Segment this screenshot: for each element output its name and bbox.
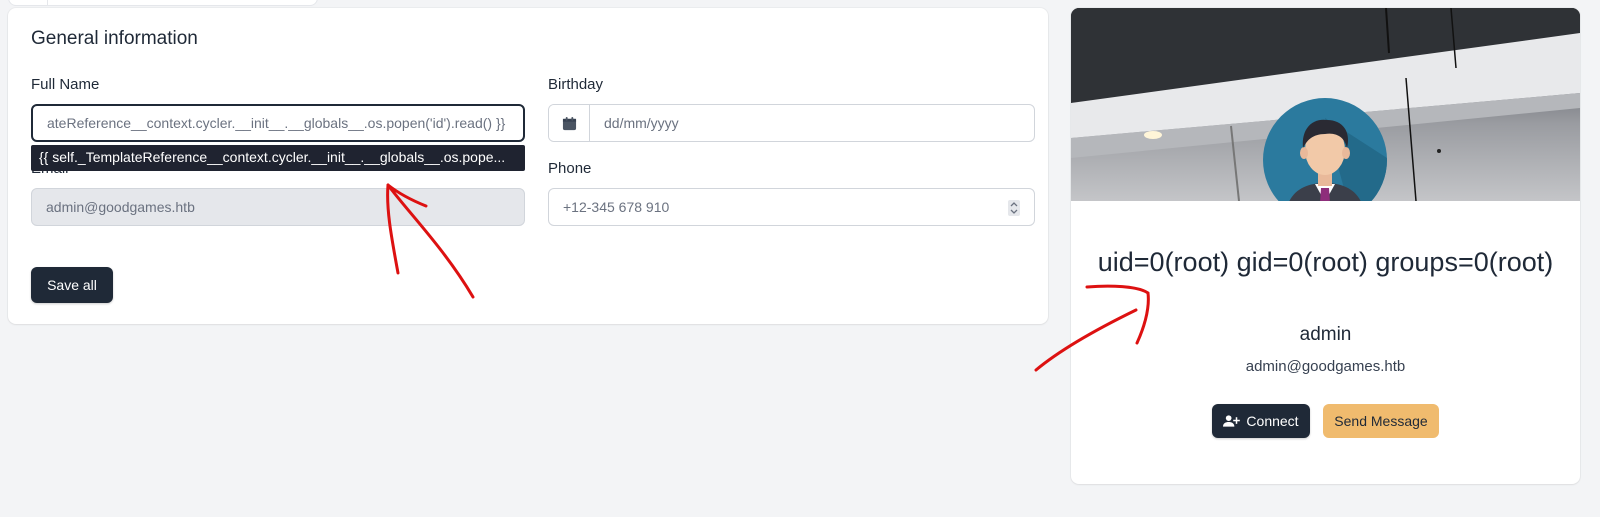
profile-name: uid=0(root) gid=0(root) groups=0(root)	[1097, 247, 1554, 277]
calendar-button[interactable]	[549, 105, 590, 141]
tab-divider	[47, 0, 48, 5]
stepper-icon[interactable]	[1008, 200, 1020, 216]
birthday-placeholder: dd/mm/yyyy	[604, 115, 679, 131]
phone-value: +12-345 678 910	[563, 199, 670, 215]
connect-label: Connect	[1246, 413, 1299, 429]
general-information-card: General information Full Name ateReferen…	[8, 8, 1048, 324]
save-all-button[interactable]: Save all	[31, 267, 113, 303]
profile-card: uid=0(root) gid=0(root) groups=0(root) a…	[1071, 8, 1580, 484]
cover-image	[1071, 8, 1580, 201]
section-title: General information	[31, 28, 198, 49]
profile-role: admin	[1299, 324, 1352, 345]
top-tab-fragment	[8, 0, 318, 6]
phone-label: Phone	[548, 160, 592, 177]
full-name-label: Full Name	[31, 76, 100, 93]
email-field: admin@goodgames.htb	[31, 188, 525, 226]
calendar-icon	[562, 116, 576, 130]
autocomplete-suggestion[interactable]: {{ self._TemplateReference__context.cycl…	[31, 145, 525, 171]
birthday-input[interactable]: dd/mm/yyyy	[548, 104, 1035, 142]
full-name-input[interactable]: ateReference__context.cycler.__init__.__…	[31, 104, 525, 142]
profile-email: admin@goodgames.htb	[1245, 358, 1406, 375]
birthday-label: Birthday	[548, 76, 604, 93]
connect-button[interactable]: Connect	[1212, 404, 1310, 438]
phone-input[interactable]: +12-345 678 910	[548, 188, 1035, 226]
send-message-button[interactable]: Send Message	[1323, 404, 1439, 438]
user-plus-icon	[1223, 415, 1241, 427]
